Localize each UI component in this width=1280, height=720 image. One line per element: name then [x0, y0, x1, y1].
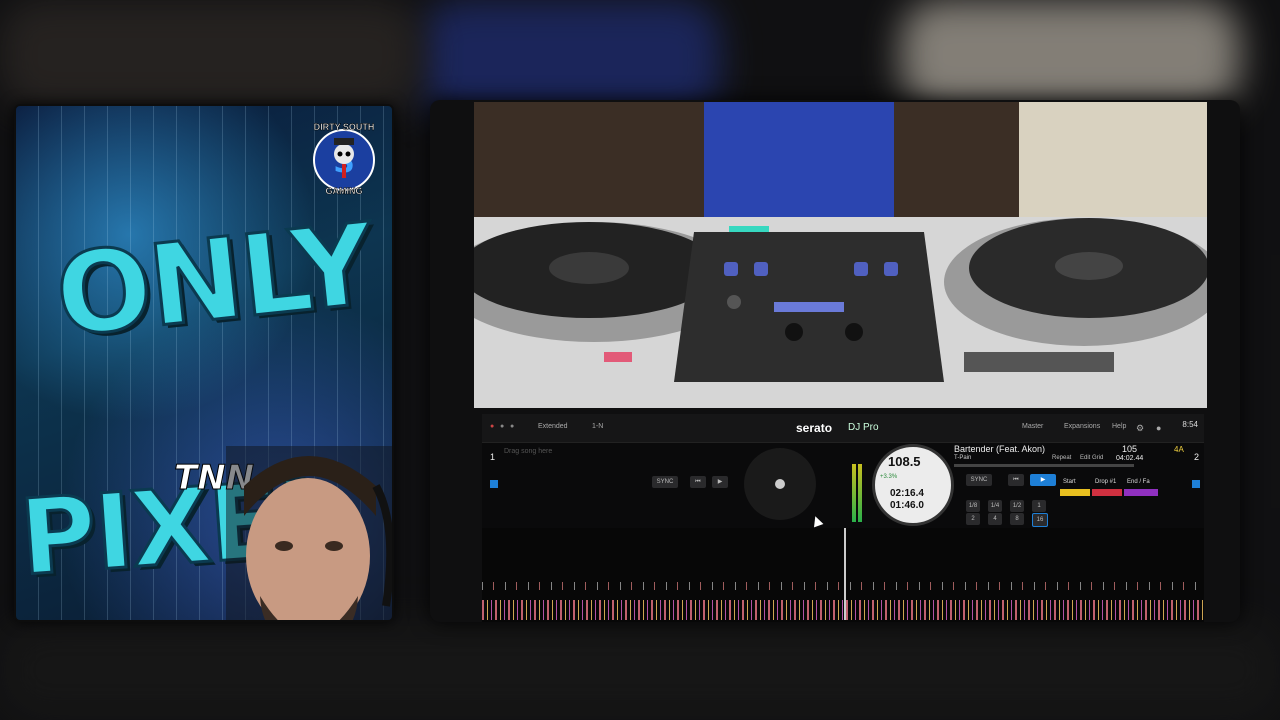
streamer-webcam — [226, 446, 392, 620]
right-play-button[interactable]: ▶ — [1030, 474, 1056, 486]
serato-product-name: DJ Pro — [848, 422, 879, 433]
waveform-beatgrid — [482, 582, 1204, 590]
right-track-overview[interactable] — [954, 464, 1134, 467]
left-deck-number: 1 — [490, 452, 496, 462]
stream-overlay-card: S DIRTY SOUTH GAMING ONLY PIXEL TNN — [14, 104, 394, 622]
serato-logo: serato — [796, 421, 833, 435]
loop-4[interactable]: 4 — [988, 513, 1002, 525]
platter-pitch: +3.3% — [880, 474, 898, 480]
platter-bpm: 108.5 — [888, 454, 921, 469]
badge-bottom-text: GAMING — [325, 186, 363, 197]
loop-1-4[interactable]: 1/4 — [988, 500, 1002, 512]
close-window-icon[interactable]: ● — [490, 423, 494, 430]
level-meter-right — [858, 464, 862, 522]
waveform-display[interactable] — [482, 528, 1204, 622]
menu-master[interactable]: Master — [1022, 423, 1043, 430]
cue-point-3[interactable]: End / Fa — [1124, 478, 1161, 487]
cue-point-2[interactable]: Drop #1 — [1092, 478, 1125, 487]
waveform-peaks — [482, 600, 1204, 620]
right-track-title: Bartender (Feat. Akon) — [954, 444, 1046, 454]
edit-grid-button[interactable]: Edit Grid — [1080, 455, 1103, 461]
right-track-artist: T-Pain — [954, 455, 972, 461]
badge-top-text: DIRTY SOUTH — [313, 122, 375, 133]
dirty-south-gaming-logo: S DIRTY SOUTH GAMING — [304, 114, 384, 198]
deck-slot-select[interactable]: 1-N — [592, 423, 603, 430]
right-track-key: 4A — [1174, 445, 1184, 454]
left-sync-button[interactable]: SYNC — [652, 476, 678, 488]
cue-color-purple[interactable] — [1124, 489, 1158, 496]
menu-expansions[interactable]: Expansions — [1064, 423, 1100, 430]
user-icon[interactable]: ● — [1156, 423, 1161, 433]
loop-16[interactable]: 16 — [1032, 513, 1048, 527]
settings-gear-icon[interactable]: ⚙ — [1136, 423, 1144, 434]
left-deck-mode-icon[interactable] — [490, 480, 498, 488]
maximize-window-icon[interactable]: ● — [510, 423, 514, 430]
serato-dj-pro-window[interactable]: serato DJ Pro Master Expansions Help ⚙ ●… — [482, 414, 1204, 622]
layout-mode-select[interactable]: Extended — [538, 423, 568, 430]
left-virtual-platter[interactable] — [738, 444, 822, 524]
cue-color-red[interactable] — [1092, 489, 1122, 496]
left-deck-drop-placeholder[interactable]: Drag song here — [504, 448, 552, 455]
menu-help[interactable]: Help — [1112, 423, 1126, 430]
cue-point-1[interactable]: Start — [1060, 478, 1093, 487]
right-cue-button[interactable]: ⏮ — [1008, 474, 1024, 486]
right-deck-number: 2 — [1194, 452, 1200, 462]
right-track-bpm: 105 — [1122, 444, 1138, 454]
dj-camera-feed — [474, 102, 1207, 408]
loop-8[interactable]: 8 — [1010, 513, 1024, 525]
left-cue-button[interactable]: ⏮ — [690, 476, 706, 488]
elapsed-time: 02:16.4 — [890, 488, 924, 499]
cue-color-yellow[interactable] — [1060, 489, 1090, 496]
loop-1-8[interactable]: 1/8 — [966, 500, 980, 512]
left-play-button[interactable]: ▶ — [712, 476, 728, 488]
loop-1-2[interactable]: 1/2 — [1010, 500, 1024, 512]
left-deck[interactable]: 1 Drag song here SYNC ⏮ ▶ — [484, 444, 734, 524]
loop-1[interactable]: 1 — [1032, 500, 1046, 512]
repeat-toggle[interactable]: Repeat — [1052, 455, 1071, 461]
right-deck-mode-icon[interactable] — [1192, 480, 1200, 488]
system-clock: 8:54 — [1182, 420, 1198, 429]
serato-top-bar: serato DJ Pro Master Expansions Help ⚙ ●… — [482, 414, 1204, 443]
minimize-window-icon[interactable]: ● — [500, 423, 504, 430]
waveform-playhead[interactable] — [844, 528, 846, 620]
loop-2[interactable]: 2 — [966, 513, 980, 525]
right-sync-button[interactable]: SYNC — [966, 474, 992, 486]
remaining-time: 01:46.0 — [890, 500, 924, 511]
right-track-total-time: 04:02.44 — [1116, 455, 1144, 462]
level-meter-left — [852, 464, 856, 522]
